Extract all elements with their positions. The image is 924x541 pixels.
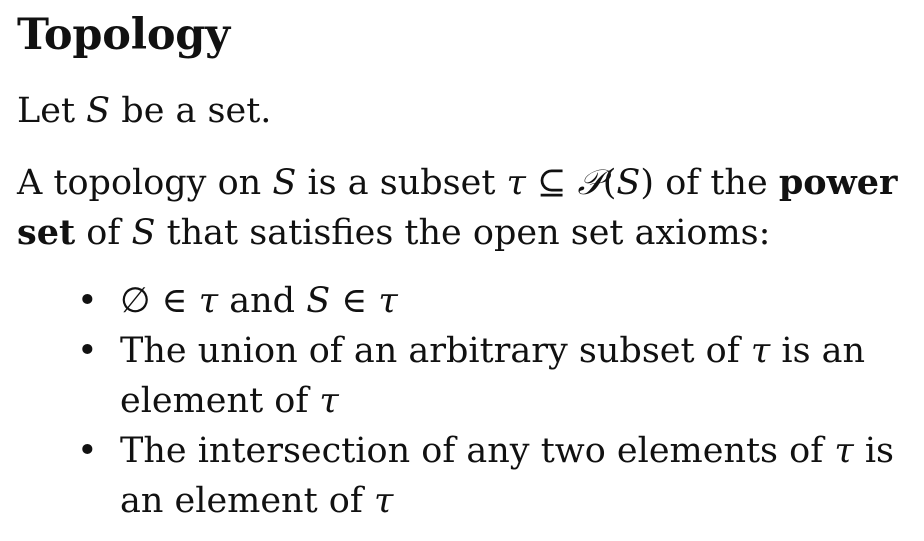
element-of-symbol: ∈ xyxy=(341,281,368,321)
tau-symbol: τ xyxy=(373,481,394,521)
set-variable: S xyxy=(306,281,331,321)
axiom-item: • The intersection of any two elements o… xyxy=(17,426,910,526)
definition-paragraph: A topology on S is a subset τ ⊆ 𝒫(S) of … xyxy=(17,158,910,258)
tau-symbol: τ xyxy=(319,381,339,421)
page-title: Topology xyxy=(17,10,230,60)
set-variable: S xyxy=(131,213,156,253)
axiom-and: and xyxy=(229,281,296,321)
paren-open: ( xyxy=(602,163,617,203)
tau-symbol: τ xyxy=(750,331,771,371)
axiom-item: • The union of an arbitrary subset of τ … xyxy=(17,326,910,426)
subseteq-symbol: ⊆ xyxy=(537,163,567,203)
bullet-icon: • xyxy=(77,281,98,321)
axiom-item: • ∅ ∈ τ and S ∈ τ xyxy=(17,276,910,326)
definition-text-2: is a subset xyxy=(307,163,496,203)
set-variable: S xyxy=(272,163,297,203)
intro-be-a-set: be a set. xyxy=(121,91,272,131)
tau-symbol: τ xyxy=(834,431,854,471)
definition-text-4: of xyxy=(86,213,121,253)
document-page: Topology Let S be a set. A topology on S… xyxy=(0,0,924,541)
tau-symbol: τ xyxy=(198,281,219,321)
emptyset-symbol: ∅ xyxy=(120,281,151,321)
powerset-symbol: 𝒫 xyxy=(577,163,603,203)
tau-symbol: τ xyxy=(506,163,526,203)
definition-text-1: A topology on xyxy=(17,163,262,203)
axiom-text: The intersection of any two elements of xyxy=(120,431,824,471)
set-variable: S xyxy=(616,163,641,203)
axiom-list: • ∅ ∈ τ and S ∈ τ • The union of an arbi… xyxy=(17,276,910,526)
set-variable: S xyxy=(86,91,111,131)
element-of-symbol: ∈ xyxy=(161,281,188,321)
intro-paragraph: Let S be a set. xyxy=(17,86,910,136)
definition-text-3: of the xyxy=(665,163,768,203)
tau-symbol: τ xyxy=(378,281,398,321)
bullet-icon: • xyxy=(77,431,98,471)
bullet-icon: • xyxy=(77,331,98,371)
definition-text-5: that satisfies the open set axioms: xyxy=(166,213,771,253)
intro-let: Let xyxy=(17,91,76,131)
paren-close: ) xyxy=(640,163,655,203)
axiom-text: The union of an arbitrary subset of xyxy=(120,331,740,371)
